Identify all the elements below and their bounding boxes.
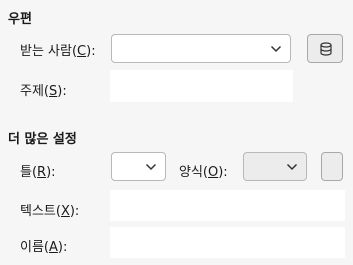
subject-label: 주제(S): — [20, 84, 67, 99]
subject-input[interactable] — [110, 70, 293, 102]
style-label: 양식(O): — [179, 165, 228, 180]
text-input[interactable] — [110, 190, 345, 221]
frame-combobox[interactable] — [111, 152, 166, 181]
name-label: 이름(A): — [20, 240, 68, 255]
more-settings-heading: 더 많은 설정 — [8, 132, 77, 147]
style-combobox[interactable] — [243, 152, 307, 181]
recipient-combobox[interactable] — [111, 34, 291, 63]
frame-label: 틀(R): — [20, 165, 56, 180]
recipient-label: 받는 사람(C): — [20, 44, 96, 59]
address-book-button[interactable] — [307, 34, 343, 63]
chevron-down-icon — [145, 163, 157, 170]
chevron-down-icon — [270, 45, 282, 52]
name-input[interactable] — [110, 227, 345, 258]
database-icon — [320, 42, 332, 56]
style-options-button[interactable] — [321, 152, 343, 181]
mail-section-heading: 우편 — [8, 12, 32, 27]
text-label: 텍스트(X): — [20, 204, 80, 219]
chevron-down-icon — [286, 163, 298, 170]
